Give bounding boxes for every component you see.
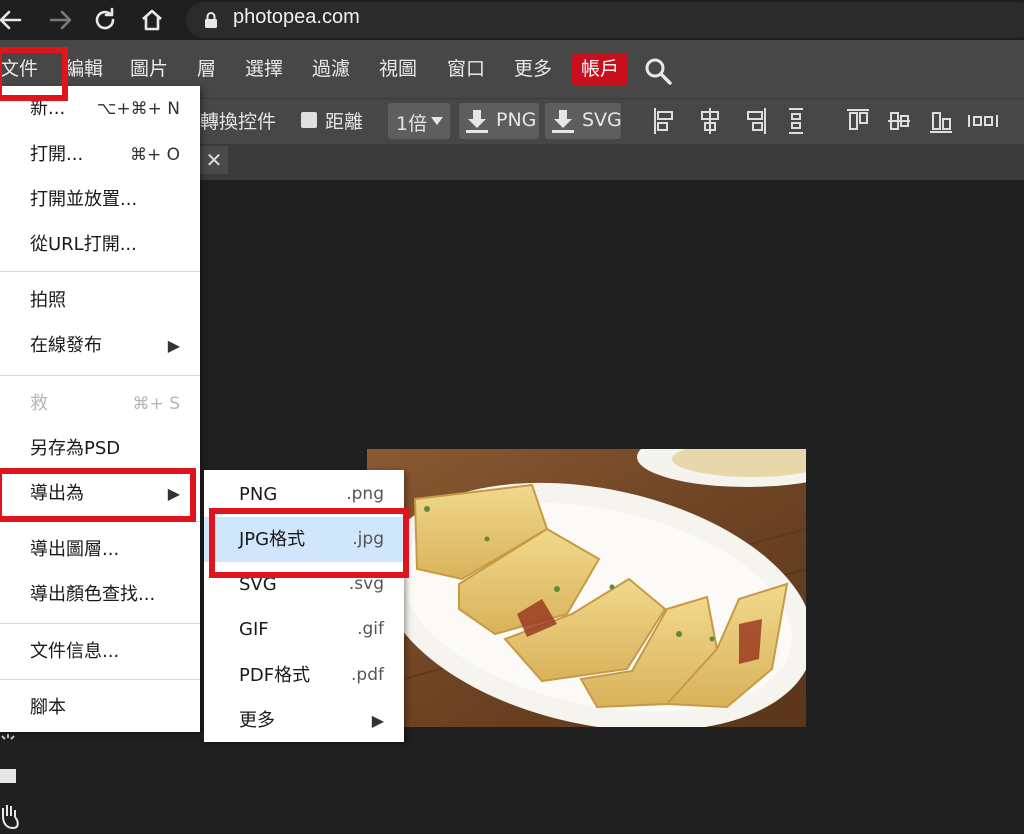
file-menu-document-info[interactable]: 文件信息... [0,629,200,675]
shape-tool-icon[interactable] [0,765,22,789]
scale-value: 1倍 [396,113,428,135]
highlight-export-as [0,468,196,522]
svg-label: SVG [582,109,622,131]
highlight-jpg [209,508,409,578]
magic-wand-icon[interactable] [0,732,22,756]
menu-select[interactable]: 選擇 [245,52,283,86]
scale-dropdown[interactable]: 1倍 [388,103,450,139]
menu-window[interactable]: 窗口 [447,52,485,86]
menu-item-label: 從URL打開... [30,234,137,255]
align-top-icon[interactable] [845,106,871,136]
export-format-label: 更多 [239,710,275,731]
menu-shortcut: ⌘+ S [132,394,180,414]
file-menu-export-layers[interactable]: 導出圖層... [0,527,200,573]
align-bottom-icon[interactable] [928,106,954,136]
hand-tool-icon[interactable] [0,802,22,830]
file-menu-open[interactable]: 打開... ⌘+ O [0,132,200,178]
menu-view[interactable]: 視圖 [379,52,417,86]
menu-divider [0,271,200,272]
align-right-icon[interactable] [742,106,768,136]
account-button[interactable]: 帳戶 [572,53,628,86]
distribute-v-icon[interactable] [966,106,1000,136]
transform-controls-label[interactable]: 轉換控件 [200,107,276,134]
export-more[interactable]: 更多 ▶ [204,698,404,743]
distance-label: 距離 [325,111,364,133]
export-format-label: PDF格式 [239,665,311,686]
menu-item-label: 拍照 [30,290,66,311]
menu-edit[interactable]: 編輯 [65,52,103,86]
file-menu-open-url[interactable]: 從URL打開... [0,222,200,268]
menu-more[interactable]: 更多 [514,52,552,86]
menu-item-label: 腳本 [30,697,66,718]
menu-shortcut: ⌥+⌘+ N [96,99,180,119]
menu-divider [0,375,200,376]
distribute-h-icon[interactable] [783,106,809,136]
home-icon[interactable] [135,3,169,37]
download-icon [552,110,574,133]
align-center-h-icon[interactable] [697,106,723,136]
menu-item-label: 文件信息... [30,641,120,662]
export-format-label: GIF [239,619,269,640]
menu-image[interactable]: 圖片 [130,52,168,86]
file-menu-export-color-lookup[interactable]: 導出顏色查找... [0,572,200,618]
export-gif[interactable]: GIF .gif [204,607,404,652]
file-menu-save-psd[interactable]: 另存為PSD [0,426,200,472]
url-text[interactable]: photopea.com [233,6,360,29]
export-png-button[interactable]: PNG [459,103,539,139]
distance-checkbox[interactable] [301,112,317,128]
download-icon [466,110,488,133]
menu-layer[interactable]: 層 [197,52,216,86]
close-icon[interactable]: ✕ [200,146,228,174]
back-arrow-icon[interactable] [0,3,28,37]
menu-divider [0,623,200,624]
submenu-arrow-icon: ▶ [371,711,384,730]
export-svg-button[interactable]: SVG [545,103,622,139]
menu-item-label: 在線發布 [30,335,102,356]
search-icon[interactable] [643,56,673,86]
file-menu-open-place[interactable]: 打開並放置... [0,177,200,223]
menu-divider [0,679,200,680]
highlight-file-menu [0,47,68,101]
menu-item-label: 打開並放置... [30,189,138,210]
menu-shortcut: ⌘+ O [129,145,180,165]
file-menu-save: 救 ⌘+ S [0,381,200,427]
menu-item-label: 導出顏色查找... [30,584,156,605]
align-middle-icon[interactable] [886,106,912,136]
chevron-down-icon [431,117,443,125]
export-pdf[interactable]: PDF格式 .pdf [204,653,404,698]
file-menu-publish[interactable]: 在線發布 ▶ [0,323,200,369]
file-menu-script[interactable]: 腳本 [0,685,200,731]
export-extension: .pdf [351,665,384,685]
menu-item-label: 打開... [30,144,84,165]
canvas-image[interactable] [366,427,857,732]
file-menu-photo[interactable]: 拍照 [0,278,200,324]
menu-item-label: 另存為PSD [30,438,121,459]
reload-icon[interactable] [88,3,122,37]
forward-arrow-icon[interactable] [43,3,77,37]
png-label: PNG [496,109,537,131]
menu-item-label: 導出圖層... [30,539,120,560]
lock-icon [202,10,220,30]
align-left-icon[interactable] [652,106,678,136]
menu-item-label: 救 [30,393,48,414]
menu-filter[interactable]: 過濾 [312,52,350,86]
export-extension: .gif [357,619,384,639]
submenu-arrow-icon: ▶ [167,336,180,355]
